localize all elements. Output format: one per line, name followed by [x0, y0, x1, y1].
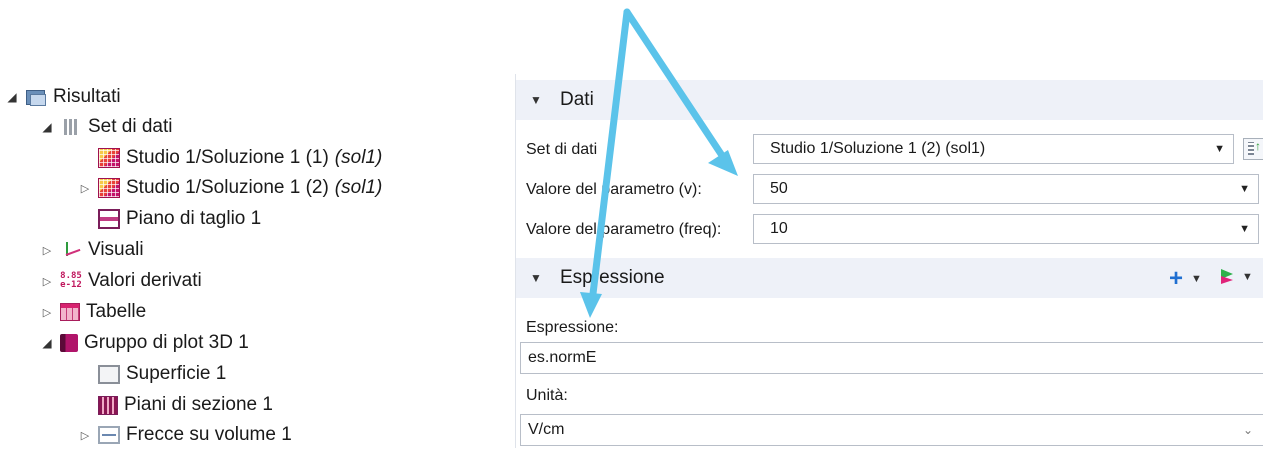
unit-label: Unità: [526, 387, 568, 404]
derived-values-icon: 8.85 e-12 [60, 270, 82, 290]
tree-item-risultati[interactable]: ◢ Risultati [5, 82, 121, 112]
section-collapse-icon[interactable]: ▼ [530, 93, 542, 107]
results-icon [25, 87, 47, 107]
tree-item-label: Frecce su volume 1 [126, 424, 292, 445]
tree-item-visuali[interactable]: ▷ Visuali [40, 235, 144, 265]
section-title: Espressione [560, 267, 665, 288]
dropdown-arrow-icon[interactable]: ▼ [1214, 143, 1225, 155]
tree-item-label: Gruppo di plot 3D 1 [84, 332, 249, 353]
tree-item-label: Superficie 1 [126, 363, 227, 384]
tree-item-piani-sezione[interactable]: Piani di sezione 1 [78, 390, 273, 420]
collapse-icon[interactable]: ◢ [5, 90, 19, 104]
tables-icon [60, 303, 80, 321]
tree-item-gruppo-plot[interactable]: ◢ Gruppo di plot 3D 1 [40, 328, 249, 358]
plot-group-icon [60, 334, 78, 352]
param-v-label: Valore del parametro (v): [526, 181, 702, 198]
collapse-icon[interactable]: ◢ [40, 120, 54, 134]
expression-input[interactable]: es.normE [520, 342, 1263, 374]
tree-item-label: Risultati [53, 86, 121, 107]
expand-icon[interactable]: ▷ [40, 244, 54, 257]
tree-item-soluzione-2[interactable]: ▷ Studio 1/Soluzione 1 (2) (sol1) [78, 173, 382, 203]
tree-item-label: Tabelle [86, 301, 147, 322]
expand-icon[interactable]: ▷ [40, 275, 54, 288]
collapse-icon[interactable]: ◢ [40, 336, 54, 350]
tree-item-tag: (sol1) [334, 177, 383, 198]
flag-icon [1221, 269, 1234, 285]
tree-item-tag: (sol1) [334, 147, 383, 168]
dataset-label: Set di dati [526, 141, 598, 158]
plus-icon: + [1169, 265, 1184, 292]
section-collapse-icon[interactable]: ▼ [530, 271, 542, 285]
tree-item-label: Piani di sezione 1 [124, 394, 273, 415]
tree-item-soluzione-1[interactable]: Studio 1/Soluzione 1 (1) (sol1) [78, 143, 382, 173]
views-icon [60, 240, 82, 260]
param-v-select[interactable]: 50 ▼ [753, 174, 1259, 204]
tree-item-label: Visuali [88, 239, 144, 260]
expand-icon[interactable]: ▷ [78, 182, 92, 195]
expand-icon[interactable]: ▷ [78, 429, 92, 442]
tree-item-label: Studio 1/Soluzione 1 (1) [126, 147, 329, 168]
tree-item-label: Piano di taglio 1 [126, 208, 262, 229]
unit-select[interactable]: V/cm ⌄ [520, 414, 1263, 446]
section-title: Dati [560, 89, 594, 110]
cut-plane-icon [98, 209, 120, 229]
chevron-down-icon: ▼ [1191, 273, 1202, 285]
dataset-icon [64, 119, 78, 135]
tree-item-tabelle[interactable]: ▷ Tabelle [40, 297, 146, 327]
slice-icon [98, 395, 118, 415]
tree-item-label: Set di dati [88, 116, 173, 137]
tree-item-frecce-volume[interactable]: ▷ Frecce su volume 1 [78, 420, 292, 450]
section-espressione-header[interactable]: ▼ Espressione [516, 258, 1263, 298]
dataset-sync-icon[interactable] [1243, 138, 1263, 160]
dropdown-arrow-icon[interactable]: ▼ [1239, 183, 1250, 195]
replace-expression-button[interactable]: ▼ [1221, 269, 1253, 285]
arrow-volume-icon [98, 426, 120, 444]
settings-panel: ▼ Dati Set di dati Studio 1/Soluzione 1 … [515, 74, 1263, 448]
section-dati-header[interactable]: ▼ Dati [516, 80, 1263, 120]
param-freq-label: Valore del parametro (freq): [526, 221, 722, 238]
surface-icon [98, 364, 120, 384]
expression-label: Espressione: [526, 319, 619, 336]
dropdown-arrow-icon[interactable]: ▼ [1239, 223, 1250, 235]
expand-icon[interactable]: ▷ [40, 306, 54, 319]
solution-icon [98, 178, 120, 198]
tree-item-label: Studio 1/Soluzione 1 (2) [126, 177, 329, 198]
tree-item-set-di-dati[interactable]: ◢ Set di dati [40, 112, 173, 142]
chevron-down-icon[interactable]: ⌄ [1243, 423, 1253, 437]
model-tree: ◢ Risultati ◢ Set di dati Studio 1/Soluz… [0, 0, 500, 448]
tree-item-piano-di-taglio[interactable]: Piano di taglio 1 [78, 204, 261, 234]
tree-item-valori-derivati[interactable]: ▷ 8.85 e-12 Valori derivati [40, 266, 202, 296]
solution-icon [98, 148, 120, 168]
dataset-select[interactable]: Studio 1/Soluzione 1 (2) (sol1) ▼ [753, 134, 1234, 164]
tree-item-label: Valori derivati [88, 270, 202, 291]
chevron-down-icon: ▼ [1242, 271, 1253, 283]
add-expression-button[interactable]: + ▼ [1169, 265, 1202, 293]
tree-item-superficie[interactable]: Superficie 1 [78, 359, 226, 389]
param-freq-select[interactable]: 10 ▼ [753, 214, 1259, 244]
